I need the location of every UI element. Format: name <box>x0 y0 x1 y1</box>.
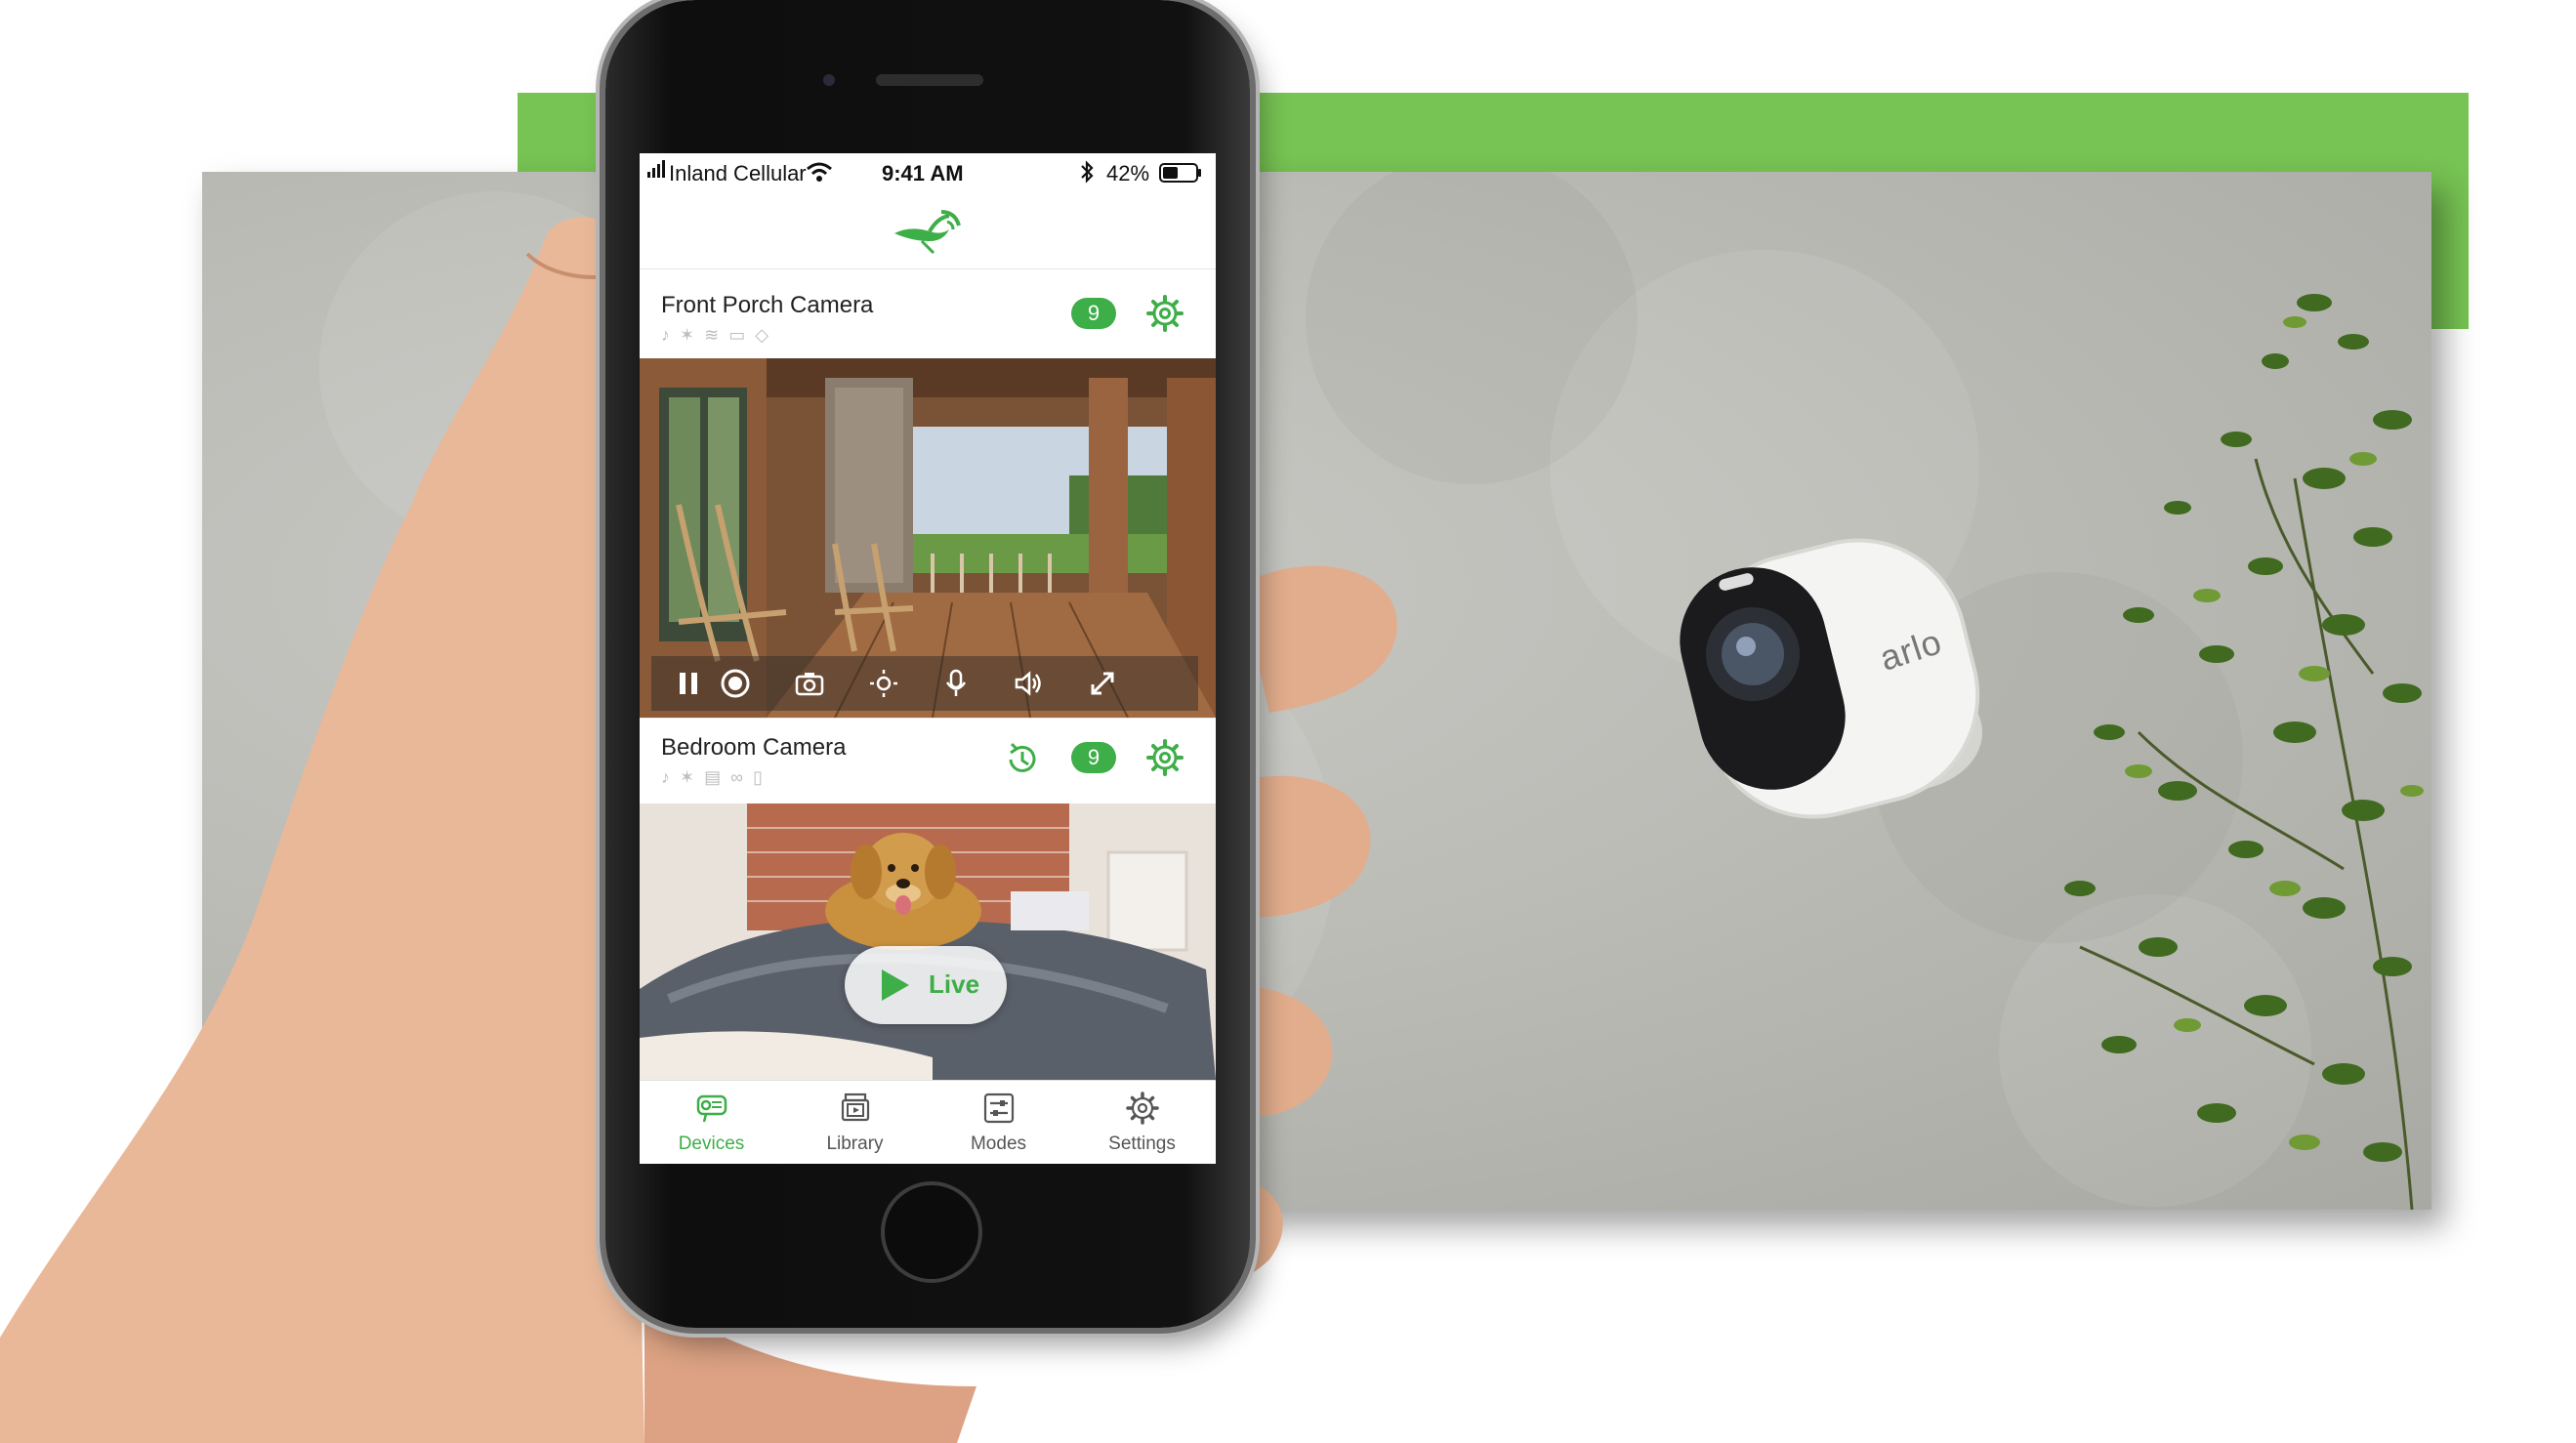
tab-label: Modes <box>970 1134 1027 1154</box>
modes-sliders-icon <box>983 1093 1015 1124</box>
tab-label: Library <box>826 1134 884 1154</box>
tab-devices[interactable]: Devices <box>640 1081 783 1164</box>
front-camera <box>823 74 835 86</box>
camera-settings-gear-icon[interactable] <box>1145 294 1184 333</box>
battery-percent: 42% <box>1106 161 1150 186</box>
tab-settings[interactable]: Settings <box>1070 1081 1214 1164</box>
audio-off-icon: ♪ <box>661 325 680 345</box>
settings-gear-icon <box>1126 1092 1159 1125</box>
camera-status-icons: ♪✶≋▭◇ <box>661 325 778 346</box>
pause-icon[interactable] <box>673 668 704 699</box>
wifi-icon <box>807 162 832 182</box>
camera-card-header[interactable]: Front Porch Camera ♪✶≋▭◇ 9 <box>640 270 1216 358</box>
bluetooth-icon <box>1081 160 1094 184</box>
fullscreen-expand-icon[interactable] <box>1087 668 1118 699</box>
library-icon <box>841 1093 870 1122</box>
live-view-button[interactable]: Live <box>845 946 1007 1024</box>
tab-library[interactable]: Library <box>783 1081 927 1164</box>
brightness-icon[interactable] <box>868 668 899 699</box>
microphone-icon[interactable] <box>940 668 972 699</box>
app-header <box>640 192 1216 269</box>
camera-status-icons: ♪✶▤∞▯ <box>661 767 772 788</box>
app-screen: Inland Cellular 9:41 AM 42% Front Porch … <box>640 153 1216 1164</box>
speaker-volume-icon[interactable] <box>1013 668 1044 699</box>
bedroom-camera-feed[interactable] <box>640 804 1216 1080</box>
play-icon <box>882 969 909 1001</box>
audio-off-icon: ♪ <box>661 767 680 787</box>
battery-status-icon: ▭ <box>728 325 756 345</box>
battery-icon <box>1159 163 1201 183</box>
clock: 9:41 AM <box>882 161 964 186</box>
signal-icon <box>647 160 667 186</box>
camera-name: Front Porch Camera <box>661 292 874 318</box>
tab-label: Settings <box>1108 1134 1176 1154</box>
signal-strength-icon: ≋ <box>704 325 729 345</box>
carrier-name: Inland Cellular <box>669 161 807 186</box>
battery-status-icon: ▯ <box>752 767 772 787</box>
live-label: Live <box>929 969 980 999</box>
camera-settings-gear-icon[interactable] <box>1145 738 1184 777</box>
snapshot-camera-icon[interactable] <box>794 668 825 699</box>
camera-name: Bedroom Camera <box>661 734 847 761</box>
motion-icon: ✶ <box>680 767 705 787</box>
video-controls-bar <box>651 656 1198 711</box>
camera-card-header[interactable]: Bedroom Camera ♪✶▤∞▯ 9 <box>640 718 1216 804</box>
earpiece-speaker <box>876 74 983 86</box>
wifi-status-icon: ▤ <box>704 767 731 787</box>
arlo-bird-logo-icon <box>894 210 961 255</box>
home-button[interactable] <box>881 1181 982 1283</box>
motion-icon: ✶ <box>680 325 705 345</box>
bottom-tab-bar: Devices Library Modes Settings <box>640 1080 1216 1164</box>
event-count-badge[interactable]: 9 <box>1071 298 1116 329</box>
link-icon: ∞ <box>730 767 753 787</box>
plant-foliage <box>2064 294 2424 1210</box>
arlo-security-camera <box>1680 538 1982 819</box>
tab-label: Devices <box>678 1134 745 1154</box>
record-icon[interactable] <box>720 668 751 699</box>
tab-modes[interactable]: Modes <box>927 1081 1070 1164</box>
devices-camera-icon <box>696 1094 727 1123</box>
activity-history-icon[interactable] <box>1003 740 1042 779</box>
status-bar: Inland Cellular 9:41 AM 42% <box>640 153 1216 192</box>
tag-icon: ◇ <box>755 325 779 345</box>
event-count-badge[interactable]: 9 <box>1071 742 1116 773</box>
